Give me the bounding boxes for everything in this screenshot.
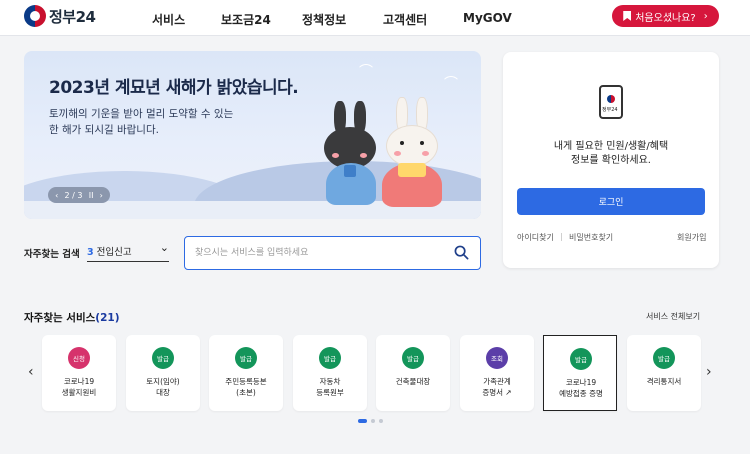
signup-link[interactable]: 회원가입 [677,232,706,243]
service-card[interactable]: 발급토지(임야) 대장 [126,335,200,411]
service-name-line: 생활지원비 [61,388,97,397]
nav-policy-info[interactable]: 정책정보 [302,11,346,28]
service-card[interactable]: 조회가족관계증명서 ↗ [460,335,534,411]
nav-subsidy24[interactable]: 보조금24 [221,11,271,28]
nav-services[interactable]: 서비스 [152,11,185,28]
service-name-line: 격리통지서 [646,377,682,386]
find-password-link[interactable]: 비밀번호찾기 [569,232,613,243]
service-card[interactable]: 발급건축물대장 [376,335,450,411]
service-type-badge: 발급 [570,348,592,370]
all-services-link[interactable]: 서비스 전체보기 [646,311,700,322]
chevron-right-icon: › [703,10,708,22]
service-name-line: 예방접종 증명 [559,389,603,398]
service-card[interactable]: 발급주민등록등본 (초본) [209,335,283,411]
frequent-search-keyword: 전입신고 [96,246,132,258]
service-name-line: 등록원부 [316,388,344,397]
service-name: 코로나19 예방접종 증명 [544,377,618,399]
service-name: 주민등록등본 (초본) [209,376,283,398]
service-name-line: 코로나19 [63,377,95,386]
search-input[interactable] [195,244,445,262]
service-name: 가족관계증명서 ↗ [460,376,534,398]
find-id-link[interactable]: 아이디찾기 [517,232,554,243]
banner-title: 2023년 계묘년 새해가 밝았습니다. [49,78,299,98]
service-card[interactable]: 발급자동차등록원부 [293,335,367,411]
service-name: 격리통지서 [627,376,701,387]
service-card[interactable]: 신청코로나19 생활지원비 [42,335,116,411]
banner-pause-button[interactable]: II [89,191,94,200]
services-title: 자주찾는 서비스(21) [24,312,120,324]
service-name-line: 코로나19 [565,378,597,387]
login-message: 내게 필요한 민원/생활/혜택 정보를 확인하세요. [553,141,669,166]
chevron-down-icon: ⌄ [159,241,169,254]
first-visit-button[interactable]: 처음오셨나요? › [612,5,719,27]
carousel-dot[interactable] [379,419,383,423]
service-name: 건축물대장 [376,376,450,387]
search-icon[interactable] [454,245,469,260]
carousel-dots [358,419,383,423]
first-visit-label: 처음오셨나요? [635,12,696,24]
nav-customer-center[interactable]: 고객센터 [383,11,427,28]
service-type-badge: 발급 [152,347,174,369]
services-count: (21) [95,312,120,324]
white-rabbit-illustration [382,97,446,211]
service-name-line: 건축물대장 [395,377,431,386]
frequent-search-select[interactable]: 3 전입신고 ⌄ [87,240,169,262]
service-type-badge: 신청 [68,347,90,369]
service-name: 코로나19 생활지원비 [42,376,116,398]
banner-page-indicator: 2 / 3 [64,190,83,200]
service-name: 토지(임야) 대장 [126,376,200,398]
service-type-badge: 발급 [653,347,675,369]
bookmark-icon [623,11,632,21]
frequent-search-label: 자주찾는 검색 [24,249,80,260]
carousel-next-icon[interactable]: › [706,364,716,380]
bird-icon: ⌒ [359,64,373,80]
service-type-badge: 발급 [402,347,424,369]
login-button[interactable]: 로그인 [517,188,705,215]
mobile-phone-icon: 정부24 [599,85,623,119]
carousel-prev-icon[interactable]: ‹ [28,364,38,380]
service-name-line: 대장 [156,388,170,397]
service-type-badge: 발급 [319,347,341,369]
frequent-search-rank: 3 [87,246,94,258]
service-name-line: 토지(임야) [146,377,180,386]
link-separator: | [560,232,563,241]
frequent-services-section: 자주찾는 서비스(21) 서비스 전체보기 ‹ › 신청코로나19 생활지원비 발급… [0,290,750,454]
black-rabbit-illustration [322,101,382,211]
header: 정부24 서비스 보조금24 정책정보 고객센터 MyGOV 처음오셨나요? › [0,0,750,36]
carousel-dot-active[interactable] [358,419,367,423]
main-banner[interactable]: ⌒ ⌒ 2023년 계묘년 새해가 밝았습니다. 토끼해의 기운을 받아 멀리 … [24,51,481,219]
service-name: 자동차등록원부 [293,376,367,398]
banner-next-button[interactable]: › [100,191,103,200]
service-name-line: 증명서 ↗ [482,388,512,397]
nav-mygov[interactable]: MyGOV [463,11,512,25]
bird-icon: ⌒ [444,76,458,92]
carousel-dot[interactable] [371,419,375,423]
banner-subtitle: 토끼해의 기운을 받아 멀리 도약할 수 있는 한 해가 되시길 바랍니다. [49,108,234,136]
service-name-line: 주민등록등본 [225,377,267,386]
service-name-line: (초본) [236,388,256,397]
service-type-badge: 조회 [486,347,508,369]
service-name-line: 가족관계 [483,377,511,386]
service-card[interactable]: 발급코로나19 예방접종 증명 [543,335,617,411]
service-card[interactable]: 발급격리통지서 [627,335,701,411]
banner-prev-button[interactable]: ‹ [55,191,58,200]
search-box [184,236,481,270]
service-type-badge: 발급 [235,347,257,369]
service-name-line: 자동차 [319,377,341,386]
login-card: 정부24 내게 필요한 민원/생활/혜택 정보를 확인하세요. 로그인 아이디찾… [503,52,719,268]
banner-pager: ‹ 2 / 3 II › [48,187,110,203]
